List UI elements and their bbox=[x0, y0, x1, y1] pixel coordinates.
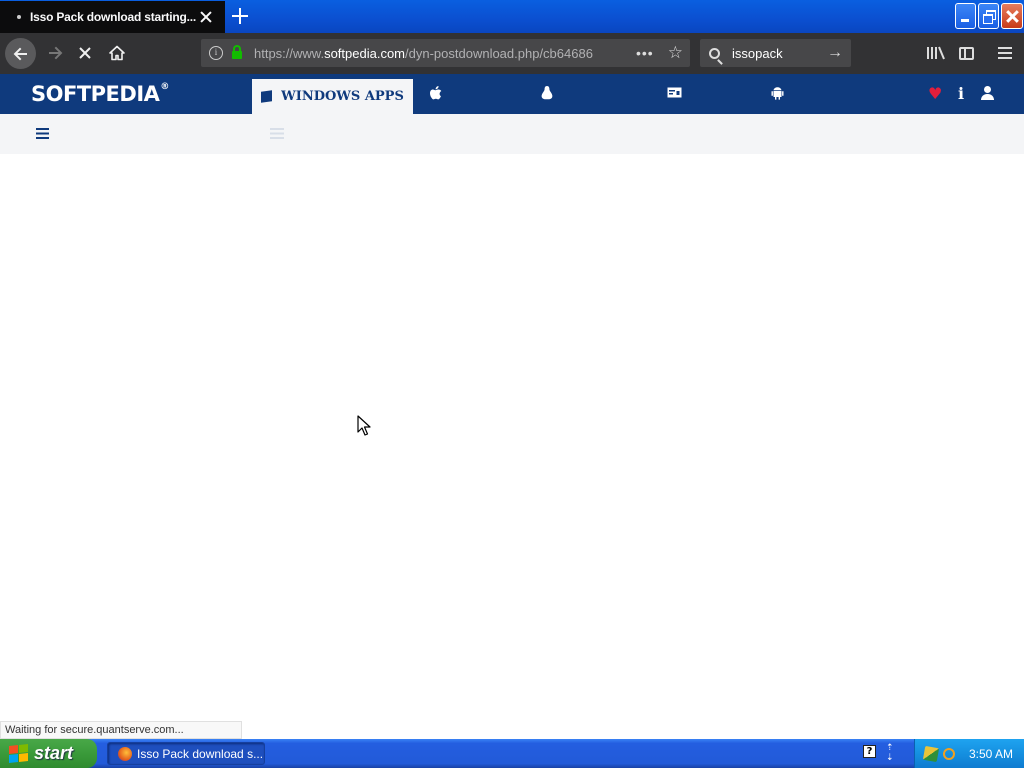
site-info-icon[interactable]: i bbox=[209, 46, 223, 60]
tab-close-icon[interactable] bbox=[199, 10, 213, 24]
list-icon bbox=[270, 128, 284, 139]
info-icon[interactable]: i bbox=[958, 84, 964, 103]
apple-icon[interactable] bbox=[427, 86, 443, 102]
loading-indicator-icon bbox=[17, 15, 21, 19]
android-icon[interactable] bbox=[769, 86, 785, 102]
search-input[interactable]: issopack bbox=[732, 46, 827, 61]
game-card-icon bbox=[667, 87, 681, 98]
system-tray: 3:50 AM bbox=[914, 739, 1024, 768]
logo-text: SOFTPEDIA bbox=[31, 82, 160, 106]
start-label: start bbox=[34, 743, 74, 763]
url-bar[interactable]: i https://www.softpedia.com/dyn-postdown… bbox=[201, 39, 690, 67]
library-button[interactable] bbox=[921, 38, 951, 68]
tab-windows-apps[interactable]: WINDOWS APPS bbox=[252, 79, 413, 114]
stop-icon bbox=[79, 47, 91, 59]
search-icon bbox=[709, 47, 720, 59]
url-host: softpedia.com bbox=[324, 45, 406, 61]
stop-button[interactable] bbox=[70, 38, 100, 68]
home-icon bbox=[109, 45, 125, 61]
browser-status-text: Waiting for secure.quantserve.com... bbox=[0, 721, 242, 739]
arrow-right-icon bbox=[49, 46, 63, 60]
clock[interactable]: 3:50 AM bbox=[969, 747, 1013, 761]
games-icon[interactable] bbox=[666, 86, 682, 102]
arrow-left-icon bbox=[13, 47, 27, 60]
page-actions-icon[interactable]: ••• bbox=[636, 45, 654, 61]
bookmark-star-icon[interactable]: ☆ bbox=[668, 43, 683, 63]
user-icon[interactable] bbox=[980, 86, 994, 100]
windows-flag-icon bbox=[9, 744, 28, 763]
windows-icon bbox=[261, 90, 273, 103]
tux-icon bbox=[541, 86, 553, 100]
taskbar-item-firefox[interactable]: Isso Pack download s... bbox=[107, 742, 265, 765]
search-bar[interactable]: issopack → bbox=[700, 39, 851, 67]
tab-title: Isso Pack download starting... bbox=[30, 10, 197, 24]
home-button[interactable] bbox=[102, 38, 132, 68]
library-icon bbox=[927, 46, 945, 60]
forward-button[interactable] bbox=[40, 38, 70, 68]
window-restore-button[interactable] bbox=[978, 3, 999, 29]
hamburger-icon bbox=[998, 47, 1012, 59]
apple-icon-shape bbox=[429, 86, 441, 100]
lock-icon[interactable] bbox=[232, 45, 242, 59]
open-menu-button[interactable] bbox=[990, 38, 1020, 68]
window-close-button[interactable] bbox=[1001, 3, 1023, 29]
heart-icon[interactable]: ♥ bbox=[928, 84, 942, 103]
window-minimize-button[interactable] bbox=[955, 3, 976, 29]
softpedia-logo[interactable]: SOFTPEDIA® bbox=[31, 82, 169, 106]
linux-icon[interactable] bbox=[539, 86, 555, 102]
sidebar-button[interactable] bbox=[951, 38, 981, 68]
firefox-icon bbox=[118, 746, 132, 761]
url-prefix: https://www. bbox=[254, 45, 325, 61]
new-tab-button[interactable] bbox=[231, 7, 249, 25]
search-tray-icon[interactable] bbox=[943, 747, 955, 760]
taskbar-item-label: Isso Pack download s... bbox=[137, 746, 264, 761]
network-tray-icon[interactable] bbox=[922, 745, 940, 762]
start-button[interactable]: start bbox=[0, 739, 97, 768]
search-go-icon[interactable]: → bbox=[827, 44, 843, 62]
android-robot-icon bbox=[771, 87, 783, 100]
logo-registered-mark: ® bbox=[160, 82, 169, 92]
help-icon[interactable]: ? bbox=[863, 745, 876, 758]
mouse-cursor-icon bbox=[357, 415, 371, 436]
browser-tab[interactable]: Isso Pack download starting... bbox=[0, 1, 225, 33]
browser-titlebar: Isso Pack download starting... bbox=[0, 0, 1024, 33]
softpedia-subnav bbox=[0, 114, 1024, 154]
show-hidden-icons-icon[interactable]: ⇡ ⇣ bbox=[886, 743, 894, 763]
url-path: /dyn-postdownload.php/cb64686 bbox=[405, 45, 593, 61]
menu-hamburger-icon[interactable] bbox=[36, 128, 49, 139]
url-text[interactable]: https://www.softpedia.com/dyn-postdownlo… bbox=[254, 46, 604, 61]
sidebar-icon bbox=[958, 46, 974, 60]
tab-windows-apps-label: WINDOWS APPS bbox=[281, 89, 404, 104]
back-button[interactable] bbox=[5, 38, 36, 69]
